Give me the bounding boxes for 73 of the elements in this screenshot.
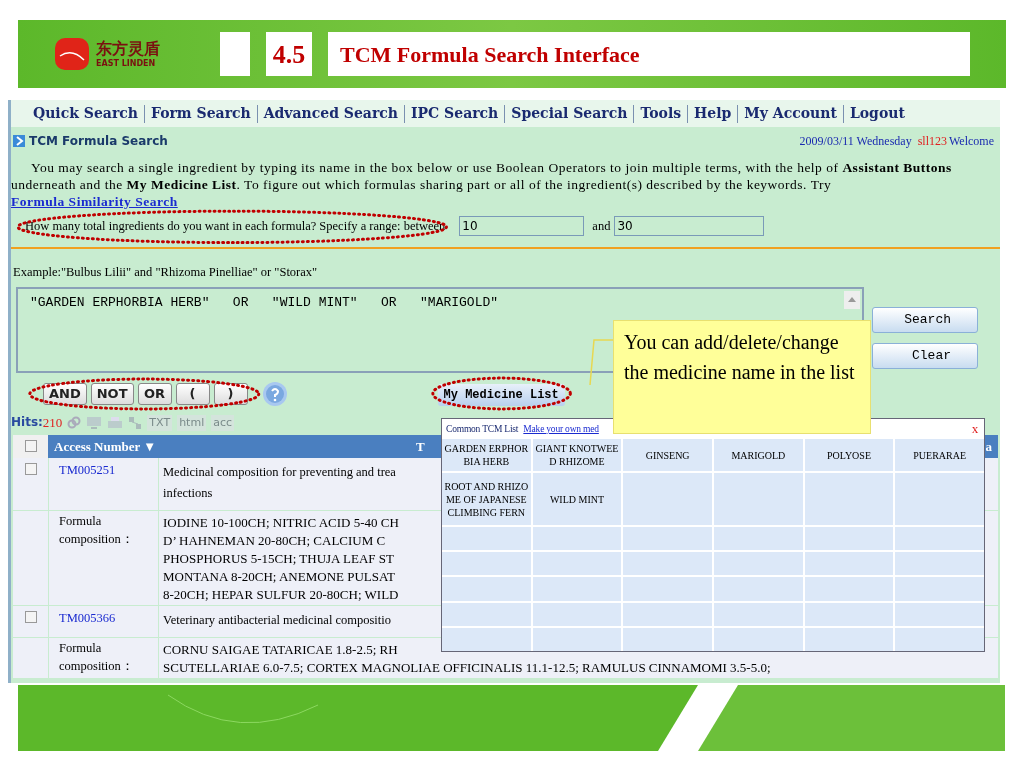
medicine-cell[interactable]: MARIGOLD bbox=[714, 439, 803, 471]
medicine-cell[interactable]: POLYOSE bbox=[804, 439, 894, 471]
medicine-cell[interactable]: GARDEN ERPHORBIA HERB bbox=[442, 439, 531, 471]
nav-link[interactable]: IPC Search bbox=[409, 103, 501, 124]
formula-text: D’ HAHNEMAN 20-80CH; CALCIUM C bbox=[163, 531, 386, 550]
formula-text: IODINE 10-100CH; NITRIC ACID 5-40 CH bbox=[163, 513, 399, 532]
slide-title: TCM Formula Search Interface bbox=[328, 32, 970, 76]
page-heading: TCM Formula Search bbox=[29, 133, 168, 150]
username: sll123 bbox=[917, 133, 947, 150]
hits-label: Hits: bbox=[11, 414, 43, 431]
medicine-cell[interactable]: GIANT KNOTWEED RHIZOME bbox=[532, 439, 622, 471]
nav-link[interactable]: Quick Search bbox=[31, 103, 140, 124]
medicine-cell[interactable]: GINSENG bbox=[623, 439, 712, 471]
medicine-cell[interactable]: WILD MINT bbox=[532, 473, 622, 525]
access-number-link[interactable]: TM005366 bbox=[59, 610, 116, 625]
column-header[interactable]: a bbox=[985, 436, 998, 456]
formula-text: PHOSPHORUS 5-15CH; THUJA LEAF ST bbox=[163, 549, 394, 568]
title-text: Medicinal composition for preventing and trea bbox=[163, 463, 396, 481]
column-header[interactable]: Access Number ▼ bbox=[48, 436, 416, 456]
scroll-up-icon[interactable] bbox=[844, 290, 860, 309]
checkbox[interactable] bbox=[24, 610, 37, 623]
formula-label: Formula composition： bbox=[59, 640, 134, 673]
leader-line bbox=[589, 336, 613, 386]
title-text: Veterinary antibacterial medicinal compositio bbox=[163, 611, 392, 629]
action-button[interactable]: Clear bbox=[872, 342, 978, 369]
popup-tab[interactable]: Make your own med bbox=[523, 421, 599, 437]
formula-text: CORNU SAIGAE TATARICAE 1.8-2.5; RH bbox=[163, 640, 398, 659]
title-block bbox=[220, 32, 250, 76]
and-label: and bbox=[592, 217, 611, 235]
chevron-icon bbox=[13, 135, 25, 147]
popup-tab[interactable]: Common TCM List bbox=[446, 421, 519, 437]
help-icon[interactable] bbox=[261, 380, 288, 407]
close-button[interactable]: x bbox=[971, 419, 980, 439]
link-icon[interactable] bbox=[67, 415, 82, 430]
formula-label: Formula composition： bbox=[59, 513, 134, 546]
medicine-cell[interactable]: PUERARAE bbox=[895, 439, 984, 471]
nav-link[interactable]: My Account bbox=[742, 103, 839, 124]
nav-link[interactable]: Special Search bbox=[509, 103, 630, 124]
hits-count: 210 bbox=[42, 414, 63, 432]
title-text: infections bbox=[163, 484, 213, 502]
access-number-link[interactable]: TM005251 bbox=[59, 462, 116, 477]
operator-button[interactable]: NOT bbox=[90, 382, 134, 405]
checkbox[interactable] bbox=[24, 440, 37, 453]
formula-text: SCUTELLARIAE 6.0-7.5; CORTEX MAGNOLIAE OFFICINALIS 11.1-12.5; RAMULUS CINNAMOMI 3.5-5.0; bbox=[163, 658, 771, 677]
range-max-field[interactable]: 30 bbox=[614, 216, 765, 236]
nav-link[interactable]: Logout bbox=[847, 103, 907, 124]
network-icon[interactable] bbox=[128, 415, 143, 430]
nav-link[interactable]: Help bbox=[692, 103, 734, 124]
printer-icon[interactable] bbox=[107, 415, 124, 430]
nav-link[interactable]: Tools bbox=[638, 103, 684, 124]
intro-paragraph: You may search a single ingredient by typing its name in the box below or use Boolean Operators to join multiple terms, with the help of Assistant Buttons underneath and the My Medicine List. To figure out which formulas sharing part or all of the ingredient(s) described by the keywords. Try Formula Similarity Search bbox=[11, 159, 953, 210]
example-text: Example:"Bulbus Lilii" and "Rhizoma Pinelliae" or "Storax" bbox=[13, 264, 319, 281]
range-label: How many total ingredients do you want in each formula? Specify a range: between bbox=[25, 218, 446, 233]
medicine-cell[interactable]: ROOT AND RHIZOME OF JAPANESE CLIMBING FERN bbox=[442, 473, 531, 525]
checkbox[interactable] bbox=[24, 462, 37, 475]
nav-link[interactable]: Advanced Search bbox=[261, 103, 401, 124]
nav-link[interactable]: Form Search bbox=[148, 103, 253, 124]
section-number: 4.5 bbox=[266, 32, 312, 76]
medicine-list-button[interactable]: My Medicine List bbox=[437, 384, 565, 407]
action-button[interactable]: Search bbox=[872, 306, 978, 333]
operator-button[interactable]: ( bbox=[175, 382, 210, 405]
range-min-field[interactable]: 10 bbox=[459, 216, 585, 236]
logo-english: EAST LINDEN bbox=[96, 59, 157, 68]
operator-button[interactable]: OR bbox=[137, 382, 172, 405]
date-text: 2009/03/11 Wednesday bbox=[799, 133, 912, 150]
callout-tooltip: You can add/delete/change the medicine name in the list bbox=[613, 320, 871, 434]
welcome-text: Welcome bbox=[949, 133, 994, 150]
formula-text: 8-20CH; HEPAR SULFUR 20-80CH; WILD bbox=[163, 585, 399, 604]
formula-text: MONTANA 8-20CH; ANEMONE PULSAT bbox=[163, 567, 395, 586]
similarity-search-link[interactable]: Formula Similarity Search bbox=[11, 194, 178, 209]
logo-icon bbox=[54, 36, 90, 72]
monitor-icon[interactable] bbox=[86, 415, 103, 430]
logo-chinese: 东方灵盾 bbox=[96, 40, 160, 57]
